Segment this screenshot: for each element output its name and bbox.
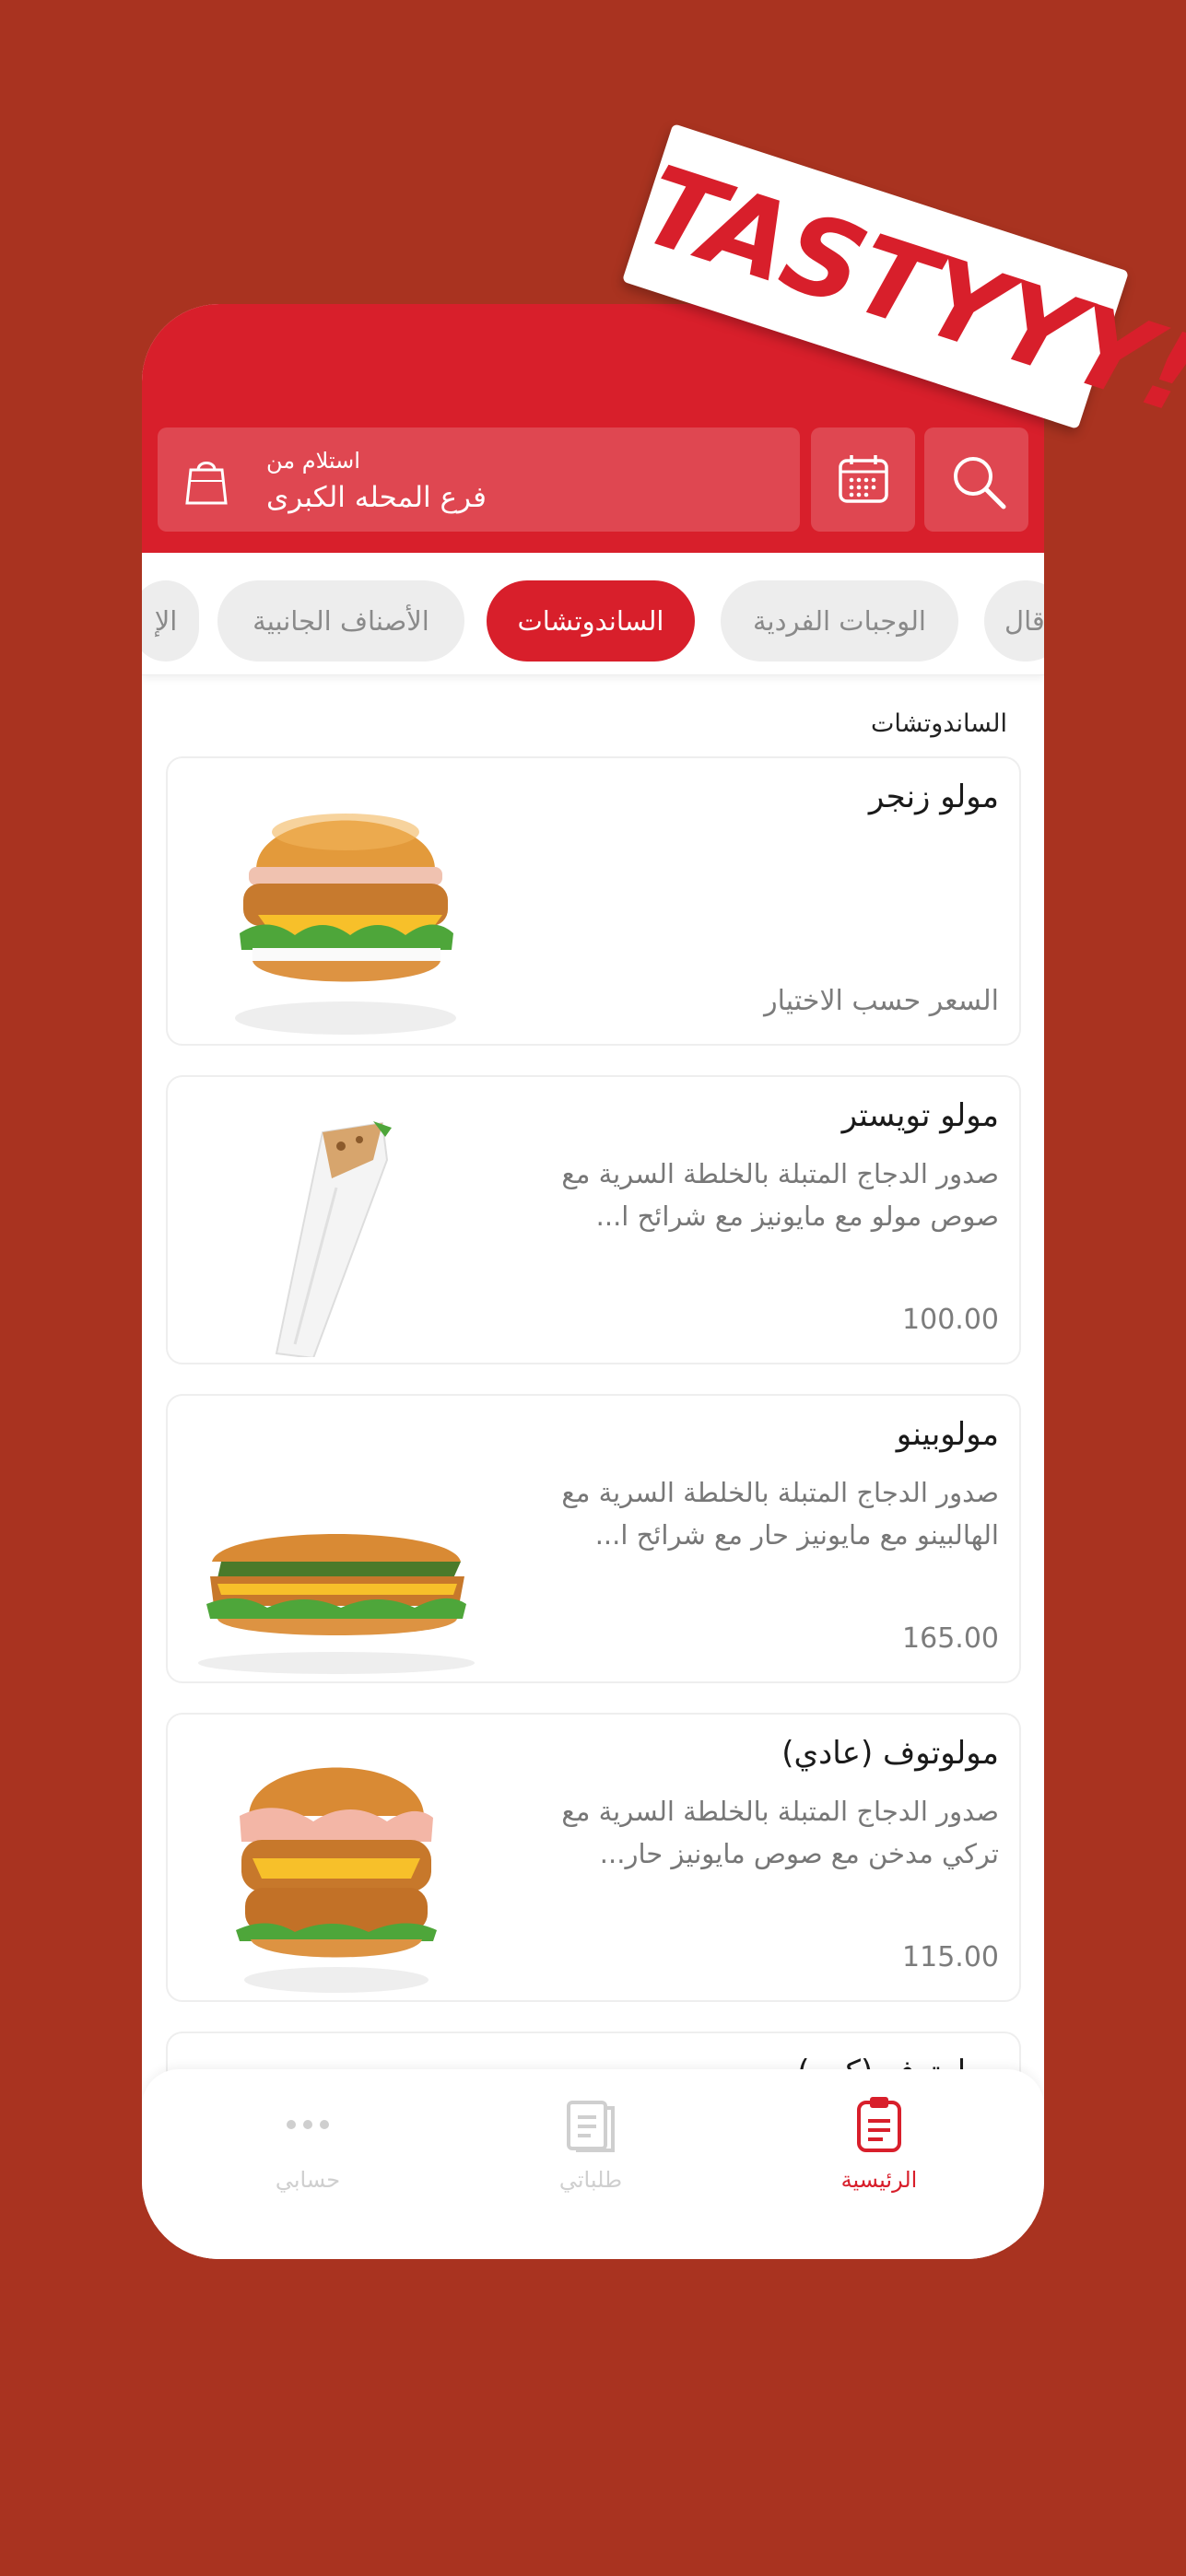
wrap-image xyxy=(275,1121,392,1357)
pickup-branch-selector[interactable]: استلام من فرع المحله الكبرى xyxy=(158,427,800,532)
product-price: 100.00 xyxy=(902,1304,999,1336)
product-price: السعر حسب الاختيار xyxy=(764,985,999,1017)
product-description: صدور الدجاج المتبلة بالخلطة السرية مع صو… xyxy=(561,1158,999,1232)
search-button[interactable] xyxy=(924,427,1028,532)
calendar-icon xyxy=(839,455,888,503)
bag-icon xyxy=(185,462,228,505)
product-price: 165.00 xyxy=(902,1622,999,1655)
tab-partial-left[interactable]: الإ xyxy=(142,580,199,662)
product-card[interactable]: مولو زنجر السعر حسب الاختيار xyxy=(166,756,1021,1046)
tab-single-meals[interactable]: الوجبات الفردية xyxy=(721,580,958,662)
more-dots-icon xyxy=(287,2120,329,2129)
calendar-button[interactable] xyxy=(811,427,915,532)
product-price: 115.00 xyxy=(902,1941,999,1973)
pickup-branch-name: فرع المحله الكبرى xyxy=(266,481,487,514)
home-document-icon xyxy=(857,2097,901,2152)
sub-sandwich-image xyxy=(198,1534,475,1674)
category-tabs: الإ الأصناف الجانبية الساندوتشات الوجبات… xyxy=(142,555,1044,675)
nav-account[interactable]: حسابي xyxy=(216,2084,400,2195)
nav-orders-label: طلباتي xyxy=(558,2167,623,2193)
orders-icon xyxy=(567,2101,615,2152)
burger-image xyxy=(236,1767,437,1993)
tab-side-items[interactable]: الأصناف الجانبية xyxy=(217,580,464,662)
tab-sandwiches[interactable]: الساندوتشات xyxy=(487,580,695,662)
nav-orders[interactable]: طلباتي xyxy=(499,2084,683,2195)
search-icon xyxy=(954,457,1006,509)
nav-home[interactable]: الرئيسية xyxy=(787,2084,971,2195)
product-name: مولوتوف (عادي) xyxy=(781,1735,999,1772)
product-name: مولوبينو xyxy=(896,1416,999,1453)
product-name: مولو زنجر xyxy=(868,779,999,815)
nav-account-label: حسابي xyxy=(275,2167,341,2193)
phone-screen: استلام من فرع المحله الكبرى الإ الأصناف … xyxy=(142,304,1044,2259)
product-description: صدور الدجاج المتبلة بالخلطة السرية مع تر… xyxy=(561,1796,999,1869)
nav-home-label: الرئيسية xyxy=(840,2167,918,2193)
product-description: صدور الدجاج المتبلة بالخلطة السرية مع ال… xyxy=(561,1477,999,1551)
product-card[interactable]: مولوبينو صدور الدجاج المتبلة بالخلطة الس… xyxy=(166,1394,1021,1683)
product-name: مولو تويستر xyxy=(841,1097,999,1134)
pickup-label: استلام من xyxy=(266,448,360,474)
section-title: الساندوتشات xyxy=(870,709,1007,738)
burger-image xyxy=(235,814,456,1035)
tab-partial-right[interactable]: قال xyxy=(984,580,1044,662)
product-card[interactable]: مولوتوف (عادي) صدور الدجاج المتبلة بالخل… xyxy=(166,1713,1021,2002)
bottom-navigation: الرئيسية طلباتي حسابي xyxy=(142,2069,1044,2259)
product-card[interactable]: مولو تويستر صدور الدجاج المتبلة بالخلطة … xyxy=(166,1075,1021,1364)
